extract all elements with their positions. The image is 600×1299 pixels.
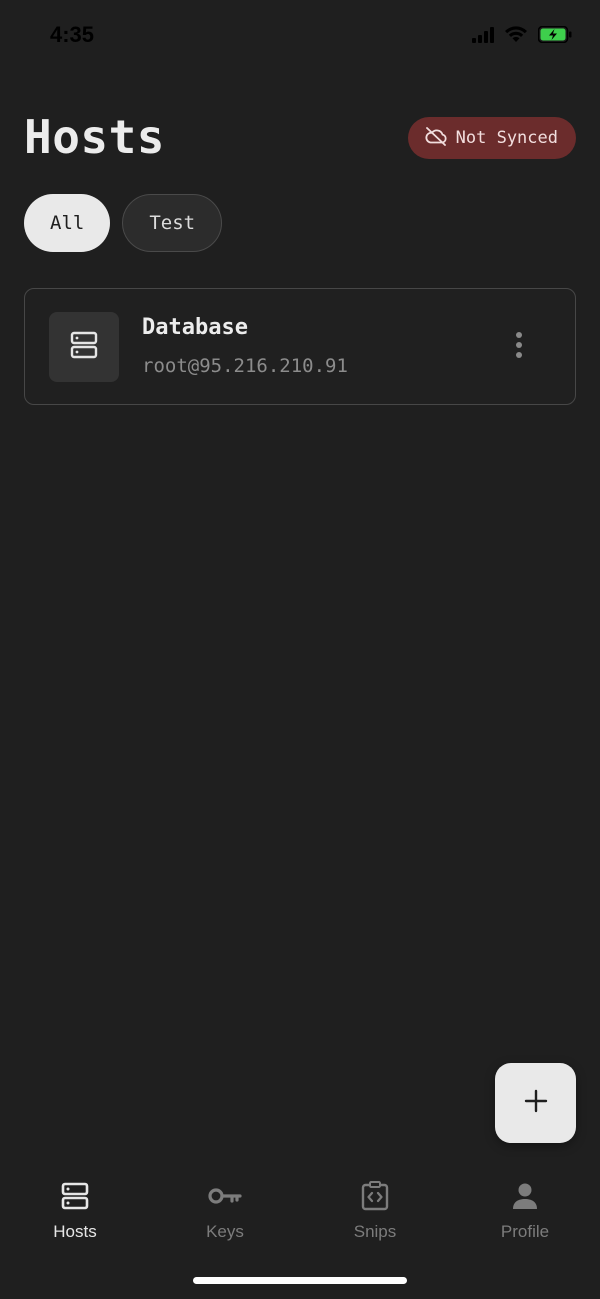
server-icon xyxy=(61,1180,89,1212)
status-time: 4:35 xyxy=(50,22,95,47)
bottom-nav: Hosts Keys Snips Profile xyxy=(0,1160,600,1260)
nav-item-profile[interactable]: Profile xyxy=(450,1160,600,1260)
wifi-icon xyxy=(504,26,528,47)
host-icon-box xyxy=(49,312,119,382)
nav-item-hosts[interactable]: Hosts xyxy=(0,1160,150,1260)
status-icons xyxy=(472,25,572,47)
code-clipboard-icon xyxy=(361,1180,389,1212)
home-indicator[interactable] xyxy=(193,1277,407,1284)
sync-status-label: Not Synced xyxy=(455,128,558,148)
page-title: Hosts xyxy=(24,110,165,164)
host-card[interactable]: Database root@95.216.210.91 xyxy=(24,288,576,405)
host-address: root@95.216.210.91 xyxy=(142,355,348,377)
server-icon xyxy=(70,331,98,363)
host-name: Database xyxy=(142,315,248,340)
add-host-button[interactable] xyxy=(495,1063,576,1143)
cloud-off-icon xyxy=(424,126,448,150)
sync-status-badge[interactable]: Not Synced xyxy=(407,117,576,159)
more-vertical-icon xyxy=(515,332,523,362)
nav-item-keys[interactable]: Keys xyxy=(150,1160,300,1260)
filter-chip-test[interactable]: Test xyxy=(122,194,223,252)
nav-label-snips: Snips xyxy=(353,1222,397,1241)
nav-item-snips[interactable]: Snips xyxy=(300,1160,450,1260)
filter-chips: All Test xyxy=(24,194,223,252)
cellular-signal-icon xyxy=(472,26,494,47)
nav-label-hosts: Hosts xyxy=(53,1222,97,1241)
plus-icon xyxy=(524,1089,548,1117)
person-icon xyxy=(512,1180,538,1212)
battery-charging-icon xyxy=(537,25,572,47)
key-icon xyxy=(208,1180,242,1212)
nav-label-keys: Keys xyxy=(206,1222,244,1241)
filter-chip-all[interactable]: All xyxy=(24,194,111,252)
nav-label-profile: Profile xyxy=(500,1222,550,1241)
status-bar: 4:35 xyxy=(0,0,600,72)
more-options-button[interactable] xyxy=(507,331,531,363)
